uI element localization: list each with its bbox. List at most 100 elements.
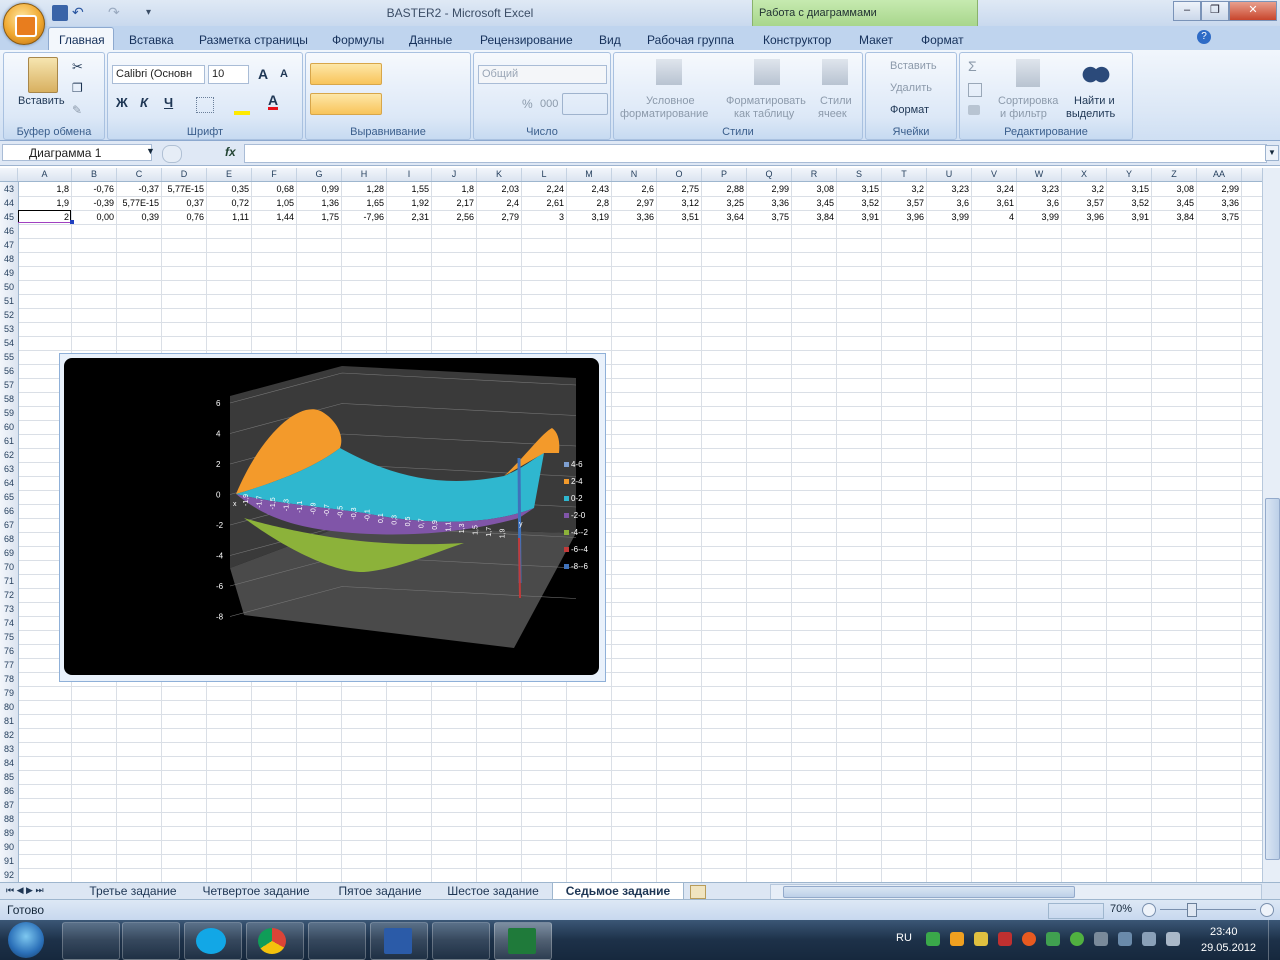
fill-icon[interactable] (968, 83, 982, 97)
cell[interactable]: 1,28 (342, 182, 387, 196)
row-header[interactable]: 72 (0, 588, 19, 603)
row-header[interactable]: 64 (0, 476, 19, 491)
start-button[interactable] (8, 922, 44, 958)
column-header[interactable]: Q (747, 168, 792, 181)
column-header[interactable]: I (387, 168, 432, 181)
insert-function-button[interactable]: fx (225, 145, 236, 159)
cell[interactable]: 2,97 (612, 196, 657, 210)
qat-customize-icon[interactable]: ▾ (146, 5, 162, 21)
tab-formulas[interactable]: Формулы (332, 33, 384, 47)
cell[interactable]: 3,36 (747, 196, 792, 210)
row-header[interactable]: 50 (0, 280, 19, 295)
cell[interactable]: -0,37 (117, 182, 162, 196)
zoom-level[interactable]: 70% (1110, 903, 1132, 915)
legend-entry[interactable]: 0-2 (564, 494, 583, 503)
cell[interactable]: 0,35 (207, 182, 252, 196)
column-header[interactable]: R (792, 168, 837, 181)
column-header[interactable]: G (297, 168, 342, 181)
cell[interactable]: 2,99 (747, 182, 792, 196)
fill-color-icon[interactable] (234, 97, 250, 115)
copy-icon[interactable]: ❐ (72, 81, 83, 95)
row-header[interactable]: 49 (0, 266, 19, 281)
cell[interactable]: 3,52 (837, 196, 882, 210)
show-desktop-button[interactable] (1268, 920, 1280, 960)
bold-button[interactable]: Ж (116, 95, 128, 110)
cell[interactable]: 3,2 (882, 182, 927, 196)
cell[interactable]: 4 (972, 210, 1017, 224)
row-header[interactable]: 62 (0, 448, 19, 463)
shrink-font-icon[interactable]: A (280, 68, 288, 80)
cell[interactable]: 5,77E-15 (162, 182, 207, 196)
sheet-tab-5[interactable]: Пятое задание (328, 883, 432, 899)
percent-button[interactable]: % (522, 97, 533, 111)
decimal-buttons[interactable] (562, 93, 608, 115)
tray-icon-5[interactable] (1022, 932, 1036, 946)
column-header[interactable]: V (972, 168, 1017, 181)
cell[interactable]: 3,15 (837, 182, 882, 196)
row-header[interactable]: 86 (0, 784, 19, 799)
zoom-out-button[interactable] (1142, 903, 1156, 917)
cell[interactable]: 0,37 (162, 196, 207, 210)
taskbar-app-1[interactable] (62, 922, 120, 960)
sort-filter-icon[interactable] (1016, 59, 1040, 87)
tab-page-layout[interactable]: Разметка страницы (199, 33, 308, 47)
column-header[interactable]: P (702, 168, 747, 181)
tab-format[interactable]: Формат (921, 33, 964, 47)
legend-entry[interactable]: -6--4 (564, 545, 588, 554)
cut-icon[interactable]: ✂ (72, 59, 83, 75)
cell[interactable]: 2,17 (432, 196, 477, 210)
cell[interactable]: 3,57 (882, 196, 927, 210)
find-select-line1[interactable]: Найти и (1074, 95, 1115, 107)
legend-entry[interactable]: -4--2 (564, 528, 588, 537)
format-as-table-icon[interactable] (754, 59, 780, 85)
chart-area[interactable]: 6 4 2 0 -2 -4 -6 -8 -1,9 -1,7 -1,5 -1,3 -1,1 -0,9 -0,… (64, 358, 599, 675)
column-header[interactable]: Z (1152, 168, 1197, 181)
column-header[interactable]: K (477, 168, 522, 181)
taskbar-app-5[interactable] (308, 922, 366, 960)
legend-entry[interactable]: 2-4 (564, 477, 583, 486)
row-header[interactable]: 73 (0, 602, 19, 617)
row-header[interactable]: 52 (0, 308, 19, 323)
row-header[interactable]: 60 (0, 420, 19, 435)
sheet-tab-3[interactable]: Третье задание (78, 883, 188, 899)
column-header[interactable]: A (18, 168, 72, 181)
tray-icon-10[interactable] (1142, 932, 1156, 946)
row-header[interactable]: 83 (0, 742, 19, 757)
cell[interactable]: 2,99 (1197, 182, 1242, 196)
row-header[interactable]: 53 (0, 322, 19, 337)
fill-handle[interactable] (70, 220, 74, 224)
row-header[interactable]: 63 (0, 462, 19, 477)
cell[interactable]: 2,75 (657, 182, 702, 196)
cell[interactable]: 3,64 (702, 210, 747, 224)
name-box[interactable]: Диаграмма 1 (2, 144, 152, 161)
cell[interactable]: 2,03 (477, 182, 522, 196)
row-header[interactable]: 43 (0, 182, 19, 197)
cell[interactable]: 3,84 (1152, 210, 1197, 224)
legend-entry[interactable]: -2-0 (564, 511, 585, 520)
tray-icon-6[interactable] (1046, 932, 1060, 946)
horizontal-scroll-thumb[interactable] (783, 886, 1075, 898)
thousands-button[interactable]: 000 (540, 98, 558, 110)
row-header[interactable]: 75 (0, 630, 19, 645)
zoom-in-button[interactable] (1260, 903, 1274, 917)
cell[interactable]: 1,9 (18, 196, 72, 210)
italic-button[interactable]: К (140, 95, 148, 110)
row-header[interactable]: 55 (0, 350, 19, 365)
borders-icon[interactable] (196, 97, 214, 113)
column-header[interactable]: X (1062, 168, 1107, 181)
cell[interactable]: 3,25 (702, 196, 747, 210)
vertical-scrollbar[interactable] (1262, 168, 1280, 882)
cell[interactable]: 3,57 (1062, 196, 1107, 210)
select-all-corner[interactable] (0, 168, 18, 181)
horizontal-scrollbar[interactable] (770, 884, 1262, 900)
row-header[interactable]: 89 (0, 826, 19, 841)
delete-cells-button[interactable]: Удалить (890, 82, 932, 94)
cell[interactable]: 3,6 (927, 196, 972, 210)
row-header[interactable]: 44 (0, 196, 19, 211)
number-format-select[interactable]: Общий (478, 65, 607, 84)
cell[interactable]: 2,31 (387, 210, 432, 224)
minimize-button[interactable]: – (1173, 1, 1201, 21)
conditional-formatting-line1[interactable]: Условное (646, 95, 695, 107)
zoom-slider[interactable] (1160, 909, 1256, 910)
row-header[interactable]: 90 (0, 840, 19, 855)
